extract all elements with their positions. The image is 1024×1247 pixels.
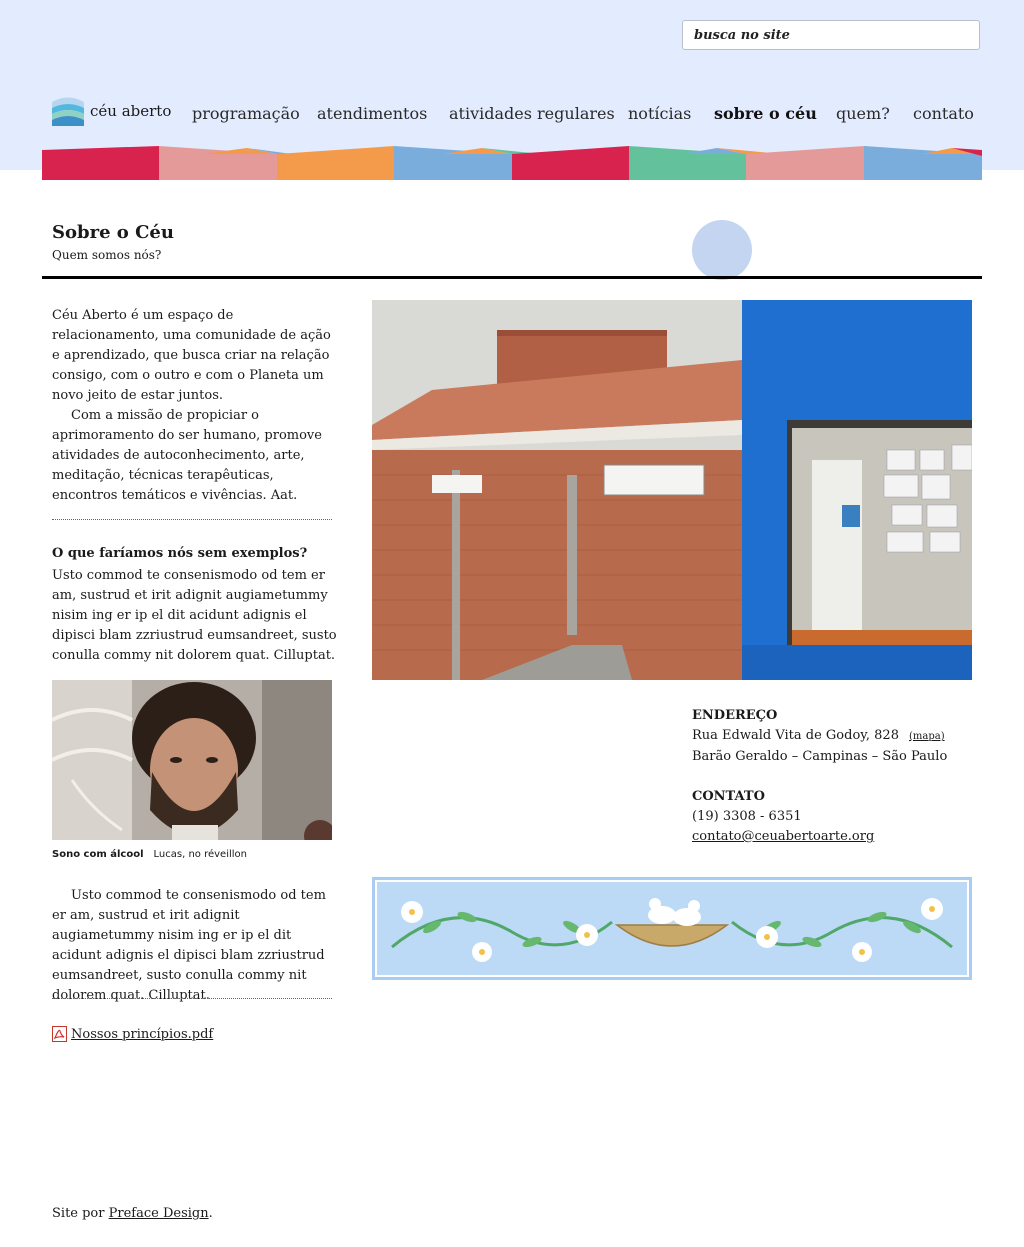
examples-text: Usto commod te consenismodo od tem er am… xyxy=(52,568,337,663)
address-block: ENDEREÇO Rua Edwald Vita de Godoy, 828 (m… xyxy=(692,706,982,847)
nav-atendimentos[interactable]: atendimentos xyxy=(317,104,427,123)
page-subtitle: Quem somos nós? xyxy=(52,248,162,262)
nav-quem[interactable]: quem? xyxy=(836,104,890,123)
logo-icon xyxy=(52,97,84,126)
nav-noticias[interactable]: notícias xyxy=(628,104,691,123)
footer-prefix: Site por xyxy=(52,1206,105,1221)
caption-title: Sono com álcool xyxy=(52,849,144,860)
body-text-2: Usto commod te consenismodo od tem er am… xyxy=(52,888,326,1003)
contact-label: CONTATO xyxy=(692,789,765,804)
search-input[interactable] xyxy=(682,20,980,50)
footer-credit: Site por Preface Design. xyxy=(52,1206,213,1221)
site-logo[interactable]: céu aberto xyxy=(52,96,171,126)
photo-caption: Sono com álcool Lucas, no réveillon xyxy=(52,849,247,860)
examples-title: O que faríamos nós sem exemplos? xyxy=(52,546,308,561)
decorative-bird-banner xyxy=(372,877,972,980)
page-title: Sobre o Céu xyxy=(52,222,174,243)
footer-suffix: . xyxy=(208,1206,213,1221)
nav-atividades-regulares[interactable]: atividades regulares xyxy=(449,104,615,123)
address-line-1: Rua Edwald Vita de Godoy, 828 xyxy=(692,728,899,743)
dotted-divider xyxy=(52,519,332,520)
pdf-icon xyxy=(52,1026,67,1042)
intro-text-2: Com a missão de propiciar o aprimorament… xyxy=(52,408,322,503)
portrait-photo xyxy=(52,680,332,840)
decorative-color-stripe xyxy=(42,146,982,180)
intro-text-1: Céu Aberto é um espaço de relacionamento… xyxy=(52,308,331,403)
address-line-2: Barão Geraldo – Campinas – São Paulo xyxy=(692,749,948,764)
map-link[interactable]: (mapa) xyxy=(909,731,945,742)
intro-paragraph: Céu Aberto é um espaço de relacionamento… xyxy=(52,306,342,506)
title-divider xyxy=(42,276,982,279)
footer-designer-link[interactable]: Preface Design xyxy=(109,1206,209,1221)
caption-text: Lucas, no réveillon xyxy=(153,849,247,860)
dotted-divider-2 xyxy=(52,998,332,999)
pdf-download-link[interactable]: Nossos princípios.pdf xyxy=(52,1026,213,1042)
building-photo xyxy=(372,300,972,680)
pdf-link-label: Nossos princípios.pdf xyxy=(71,1026,214,1042)
contact-email-link[interactable]: contato@ceuabertoarte.org xyxy=(692,829,874,844)
body-paragraph-2: Usto commod te consenismodo od tem er am… xyxy=(52,886,334,1006)
nav-contato[interactable]: contato xyxy=(913,104,974,123)
decorative-circle xyxy=(692,220,752,280)
nav-programacao[interactable]: programação xyxy=(192,104,300,123)
contact-phone: (19) 3308 - 6351 xyxy=(692,809,802,824)
address-label: ENDEREÇO xyxy=(692,708,778,723)
logo-text: céu aberto xyxy=(90,102,172,120)
nav-sobre-o-ceu[interactable]: sobre o céu xyxy=(714,104,817,123)
